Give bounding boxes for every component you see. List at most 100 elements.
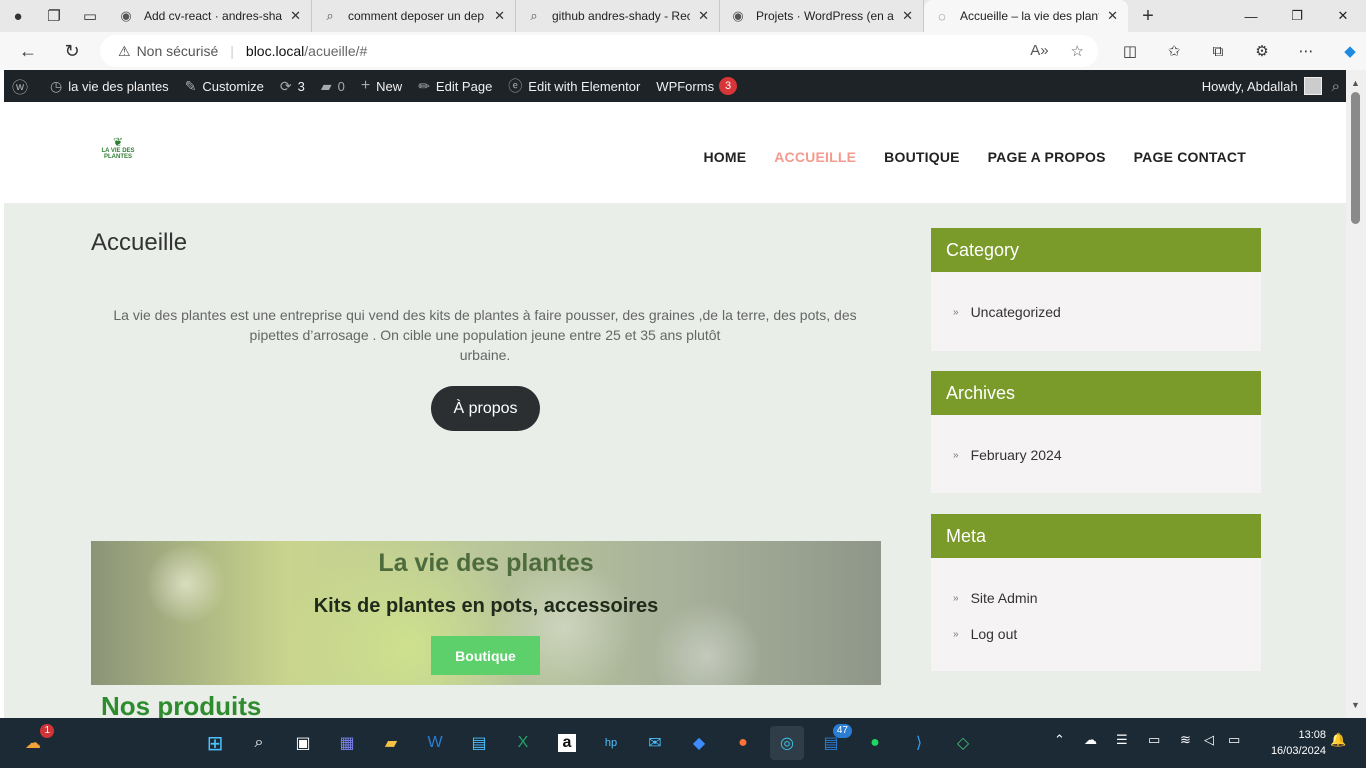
close-tab-icon[interactable]: ✕ xyxy=(494,8,505,24)
file-explorer-icon[interactable]: ▰ xyxy=(374,726,408,760)
widgets-badge: 1 xyxy=(40,724,54,738)
scroll-up-icon[interactable]: ▲ xyxy=(1351,78,1360,88)
teams-icon[interactable]: ▦ xyxy=(330,726,364,760)
site-name-menu[interactable]: ◷ la vie des plantes xyxy=(42,70,177,102)
notification-center-icon[interactable]: ☰ xyxy=(1116,732,1128,748)
spotify-icon[interactable]: ● xyxy=(858,726,892,760)
start-icon[interactable]: ⊞ xyxy=(198,726,232,760)
site-header: ❦ LA VIE DES PLANTES HOME ACCUEILLE BOUT… xyxy=(4,102,1346,203)
scroll-down-icon[interactable]: ▼ xyxy=(1351,700,1360,710)
browser-tab[interactable]: ⌕ github andres-shady - Rec ✕ xyxy=(516,0,720,32)
widgets-icon[interactable]: ☁ 1 xyxy=(16,724,54,760)
collections-icon[interactable]: ⧉ xyxy=(1196,43,1240,60)
favorites-icon[interactable]: ✩ xyxy=(1152,42,1196,60)
edit-page-label: Edit Page xyxy=(435,78,493,94)
word-icon[interactable]: W xyxy=(418,726,452,760)
task-view-icon[interactable]: ▣ xyxy=(286,726,320,760)
tab-actions-icon[interactable]: ▭ xyxy=(72,0,108,32)
vscode-icon[interactable]: ⟩ xyxy=(902,726,936,760)
amazon-icon[interactable]: a xyxy=(550,726,584,760)
nav-page-a-propos[interactable]: PAGE A PROPOS xyxy=(988,149,1106,165)
store-icon[interactable]: ▤ xyxy=(462,726,496,760)
volume-icon[interactable]: ◁ xyxy=(1204,732,1214,748)
archive-link[interactable]: » February 2024 xyxy=(931,437,1261,473)
updates-link[interactable]: ⟳ 3 xyxy=(272,70,313,102)
elementor-link[interactable]: ⓔ Edit with Elementor xyxy=(500,70,648,102)
profile-icon[interactable]: ● xyxy=(0,0,36,32)
comments-link[interactable]: ▰ 0 xyxy=(313,70,353,102)
back-icon[interactable]: ← xyxy=(8,32,48,70)
extensions-icon[interactable]: ⚙ xyxy=(1240,42,1284,60)
avatar[interactable] xyxy=(1303,77,1322,95)
copilot-icon[interactable]: ◆ xyxy=(1328,42,1366,60)
edit-page-link[interactable]: ✏ Edit Page xyxy=(410,70,500,102)
browser-tab-active[interactable]: ◌ Accueille – la vie des plant ✕ xyxy=(924,0,1128,32)
workspaces-icon[interactable]: ❐ xyxy=(36,0,72,32)
tab-title: github andres-shady - Rec xyxy=(552,9,691,23)
firefox-icon[interactable]: ● xyxy=(726,726,760,760)
edge-icon[interactable]: ◎ xyxy=(770,726,804,760)
page-scrollbar[interactable]: ▲ ▼ xyxy=(1346,70,1366,718)
security-label[interactable]: Non sécurisé xyxy=(137,43,219,59)
search-icon[interactable]: ⌕ xyxy=(1332,78,1340,95)
hp-icon[interactable]: hp xyxy=(594,726,628,760)
main-navigation: HOME ACCUEILLE BOUTIQUE PAGE A PROPOS PA… xyxy=(703,149,1246,165)
meta-widget: Meta » Site Admin » Log out xyxy=(931,514,1261,671)
boutique-button[interactable]: Boutique xyxy=(431,636,540,675)
new-tab-button[interactable]: + xyxy=(1128,5,1168,28)
mail-icon[interactable]: ✉ xyxy=(638,726,672,760)
wpforms-menu[interactable]: WPForms 3 xyxy=(648,70,745,102)
close-tab-icon[interactable]: ✕ xyxy=(1107,8,1118,24)
wp-logo-icon[interactable]: ⓦ xyxy=(4,70,42,102)
reload-icon[interactable]: ↻ xyxy=(52,32,92,70)
minimize-icon[interactable]: — xyxy=(1228,0,1274,32)
scrollbar-thumb[interactable] xyxy=(1351,92,1360,224)
url-field[interactable]: ⚠ Non sécurisé | bloc.local/acueille/# A… xyxy=(100,35,1098,67)
battery-icon[interactable]: ▭ xyxy=(1228,732,1240,748)
wpforms-badge: 3 xyxy=(719,77,738,95)
nav-home[interactable]: HOME xyxy=(703,149,746,165)
bell-icon[interactable]: 🔔 xyxy=(1330,732,1346,748)
close-window-icon[interactable]: ✕ xyxy=(1320,0,1366,32)
a-propos-button[interactable]: À propos xyxy=(431,386,540,431)
customize-link[interactable]: ✎ Customize xyxy=(177,70,272,102)
account-menu[interactable]: Howdy, Abdallah xyxy=(1202,79,1298,94)
more-menu-icon[interactable]: ⋯ xyxy=(1284,42,1328,60)
github-icon: ◉ xyxy=(732,8,744,23)
browser-tab[interactable]: ◉ Projets · WordPress (en ar ✕ xyxy=(720,0,924,32)
intro-line: La vie des plantes est une entreprise qu… xyxy=(113,307,857,323)
chevron-up-icon[interactable]: ⌃ xyxy=(1054,732,1065,748)
onedrive-icon[interactable]: ☁ xyxy=(1084,732,1097,748)
nav-page-contact[interactable]: PAGE CONTACT xyxy=(1134,149,1246,165)
gitkraken-icon[interactable]: ◇ xyxy=(946,726,980,760)
log-out-link[interactable]: » Log out xyxy=(931,616,1261,652)
restore-icon[interactable]: ❐ xyxy=(1274,0,1320,32)
url-separator: | xyxy=(230,43,234,59)
dropbox-icon[interactable]: ◆ xyxy=(682,726,716,760)
site-logo[interactable]: ❦ LA VIE DES PLANTES xyxy=(100,136,136,172)
browser-tab[interactable]: ⌕ comment deposer un dep ✕ xyxy=(312,0,516,32)
loading-icon: ◌ xyxy=(938,8,946,24)
favorite-star-icon[interactable]: ☆ xyxy=(1071,42,1084,60)
search-icon[interactable]: ⌕ xyxy=(242,726,276,760)
outlook-icon[interactable]: ▤ 47 xyxy=(814,724,852,760)
nav-accueille[interactable]: ACCUEILLE xyxy=(774,149,856,165)
close-tab-icon[interactable]: ✕ xyxy=(290,8,301,24)
clock[interactable]: 13:08 16/03/2024 xyxy=(1271,727,1326,759)
new-content-menu[interactable]: + New xyxy=(353,70,410,102)
tab-title: Add cv-react · andres-shad xyxy=(144,9,283,23)
close-tab-icon[interactable]: ✕ xyxy=(902,8,913,24)
warning-icon[interactable]: ⚠ xyxy=(118,43,131,60)
excel-icon[interactable]: X xyxy=(506,726,540,760)
tab-title: comment deposer un dep xyxy=(348,9,485,23)
close-tab-icon[interactable]: ✕ xyxy=(698,8,709,24)
display-icon[interactable]: ▭ xyxy=(1148,732,1160,748)
category-link[interactable]: » Uncategorized xyxy=(931,294,1261,330)
nav-boutique[interactable]: BOUTIQUE xyxy=(884,149,960,165)
read-aloud-icon[interactable]: A» xyxy=(1030,42,1048,60)
comment-icon: ▰ xyxy=(320,77,332,94)
browser-tab[interactable]: ◉ Add cv-react · andres-shad ✕ xyxy=(108,0,312,32)
split-screen-icon[interactable]: ◫ xyxy=(1108,42,1152,60)
site-admin-link[interactable]: » Site Admin xyxy=(931,580,1261,616)
wifi-icon[interactable]: ≋ xyxy=(1180,732,1191,748)
